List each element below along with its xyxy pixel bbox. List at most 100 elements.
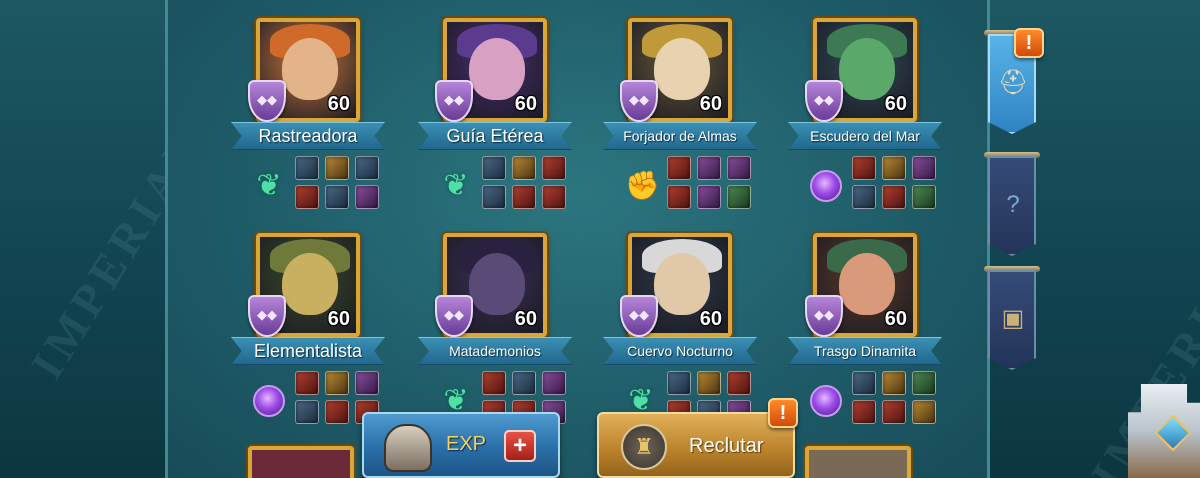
hero-level: 60 bbox=[327, 93, 350, 115]
hero-name-ribbon: Trasgo Dinamita bbox=[788, 337, 942, 365]
gear-slot[interactable] bbox=[542, 156, 566, 180]
gear-slots bbox=[852, 371, 938, 424]
gear-slot[interactable] bbox=[325, 371, 349, 395]
helmet-medal-icon: ♜ bbox=[621, 424, 667, 470]
gear-slot[interactable] bbox=[912, 371, 936, 395]
gear-slot[interactable] bbox=[727, 371, 751, 395]
gear-slot[interactable] bbox=[355, 156, 379, 180]
hero-level: 60 bbox=[514, 308, 537, 330]
hero-name-ribbon: Cuervo Nocturno bbox=[603, 337, 757, 365]
gear-slot[interactable] bbox=[325, 400, 349, 424]
gear-slot[interactable] bbox=[295, 185, 319, 209]
hero-art bbox=[469, 38, 525, 100]
gear-slot[interactable] bbox=[325, 156, 349, 180]
gear-slot[interactable] bbox=[882, 185, 906, 209]
exp-button[interactable]: EXP + bbox=[362, 412, 560, 478]
hero-name-ribbon: Matademonios bbox=[418, 337, 572, 365]
hero-card[interactable]: 60 ◆◆ Trasgo Dinamita bbox=[788, 215, 948, 424]
gear-slot[interactable] bbox=[727, 156, 751, 180]
recruit-button[interactable]: ♜ Reclutar bbox=[597, 412, 795, 478]
treasure-chest-icon: ▣ bbox=[1001, 305, 1025, 332]
hero-card[interactable]: 60 ◆◆ Guía Etérea ❦ bbox=[418, 0, 578, 209]
hero-name-ribbon: Rastreadora bbox=[231, 122, 385, 150]
gear-slot[interactable] bbox=[912, 400, 936, 424]
gear-slot[interactable] bbox=[852, 371, 876, 395]
gear-slot[interactable] bbox=[542, 371, 566, 395]
hero-card[interactable]: 60 ◆◆ Forjador de Almas ✊ bbox=[603, 0, 763, 209]
hero-level: 60 bbox=[699, 93, 722, 115]
gear-slot[interactable] bbox=[482, 371, 506, 395]
gear-slot[interactable] bbox=[882, 400, 906, 424]
gear-slot[interactable] bbox=[852, 156, 876, 180]
gear-slot[interactable] bbox=[727, 185, 751, 209]
gear-slot[interactable] bbox=[482, 156, 506, 180]
magic-orb-type-icon bbox=[810, 170, 842, 202]
exp-label: EXP bbox=[446, 433, 487, 455]
gear-slot[interactable] bbox=[882, 156, 906, 180]
gear-slot[interactable] bbox=[355, 371, 379, 395]
hero-art bbox=[282, 38, 338, 100]
plus-icon[interactable]: + bbox=[504, 430, 536, 462]
viking-helmet-icon bbox=[384, 424, 432, 472]
gear-slot[interactable] bbox=[697, 185, 721, 209]
gear-slot[interactable] bbox=[852, 185, 876, 209]
hero-card[interactable]: 60 ◆◆ Rastreadora ❦ bbox=[231, 0, 391, 209]
hero-card[interactable]: 60 ◆◆ Elementalista bbox=[231, 215, 391, 424]
hero-name-ribbon: Guía Etérea bbox=[418, 122, 572, 150]
hero-art bbox=[839, 253, 895, 315]
wing-type-icon: ❦ bbox=[256, 169, 282, 202]
hero-art bbox=[654, 253, 710, 315]
hero-level: 60 bbox=[514, 93, 537, 115]
gear-slots bbox=[852, 156, 938, 209]
hero-level: 60 bbox=[884, 308, 907, 330]
gear-slot[interactable] bbox=[512, 371, 536, 395]
gear-slots bbox=[667, 156, 753, 209]
gear-slot[interactable] bbox=[912, 185, 936, 209]
gear-slot[interactable] bbox=[912, 156, 936, 180]
gear-slot[interactable] bbox=[295, 156, 319, 180]
gear-slot[interactable] bbox=[512, 156, 536, 180]
gear-slot[interactable] bbox=[512, 185, 536, 209]
gear-slot[interactable] bbox=[697, 156, 721, 180]
hero-card[interactable]: 60 ◆◆ Escudero del Mar bbox=[788, 0, 948, 209]
gear-slot[interactable] bbox=[852, 400, 876, 424]
viking-helmet-icon: ⛑ bbox=[998, 69, 1029, 96]
hero-card[interactable]: 60 ◆◆ Cuervo Nocturno ❦ bbox=[603, 215, 763, 424]
hero-level: 60 bbox=[699, 308, 722, 330]
gear-slot[interactable] bbox=[295, 400, 319, 424]
tab-chest[interactable]: ▣ bbox=[988, 270, 1036, 370]
gear-slot[interactable] bbox=[542, 185, 566, 209]
gear-slot[interactable] bbox=[667, 156, 691, 180]
hero-card-partial[interactable] bbox=[805, 446, 911, 478]
hero-art bbox=[282, 253, 338, 315]
hero-card[interactable]: 60 ◆◆ Matademonios ❦ bbox=[418, 215, 578, 424]
gear-slot[interactable] bbox=[325, 185, 349, 209]
mystery-hero-icon: ? bbox=[1006, 191, 1020, 218]
gear-slot[interactable] bbox=[667, 185, 691, 209]
gear-slots bbox=[295, 156, 381, 209]
hero-art bbox=[839, 38, 895, 100]
gear-slot[interactable] bbox=[295, 371, 319, 395]
hero-art bbox=[654, 38, 710, 100]
tab-alert-icon: ! bbox=[1014, 28, 1044, 58]
magic-orb-type-icon bbox=[810, 385, 842, 417]
gear-slot[interactable] bbox=[697, 371, 721, 395]
gear-slot[interactable] bbox=[355, 185, 379, 209]
hero-level: 60 bbox=[884, 93, 907, 115]
gear-slot[interactable] bbox=[882, 371, 906, 395]
gear-slots bbox=[482, 156, 568, 209]
hero-card-partial[interactable] bbox=[248, 446, 354, 478]
hero-level: 60 bbox=[327, 308, 350, 330]
wing-type-icon: ❦ bbox=[443, 169, 469, 202]
recruit-label: Reclutar bbox=[689, 435, 764, 457]
tab-mystery[interactable]: ? bbox=[988, 156, 1036, 256]
background-left bbox=[0, 0, 165, 478]
hero-name-ribbon: Forjador de Almas bbox=[603, 122, 757, 150]
magic-orb-type-icon bbox=[253, 385, 285, 417]
hero-name-ribbon: Escudero del Mar bbox=[788, 122, 942, 150]
gear-slot[interactable] bbox=[482, 185, 506, 209]
fist-type-icon: ✊ bbox=[625, 170, 660, 201]
hero-list-panel[interactable]: 60 ◆◆ Rastreadora ❦ 60 ◆◆ Guía Etérea ❦ … bbox=[165, 0, 990, 478]
gear-slot[interactable] bbox=[667, 371, 691, 395]
hero-art bbox=[469, 253, 525, 315]
